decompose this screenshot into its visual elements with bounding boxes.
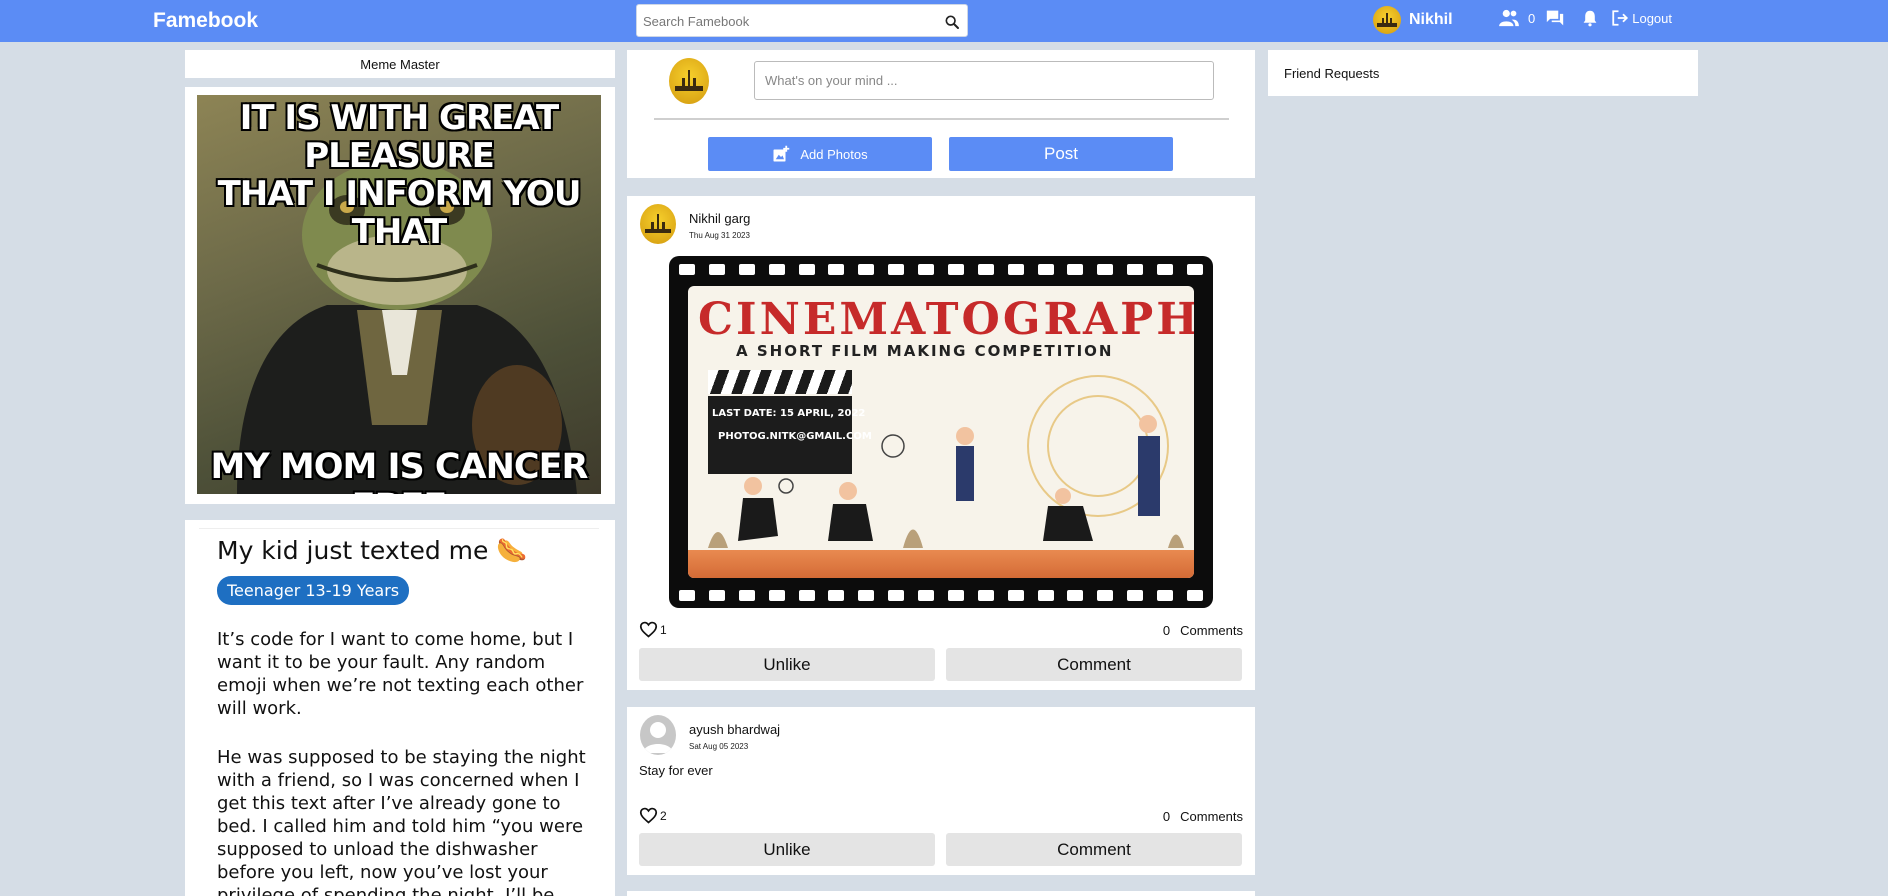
poster: CINEMATOGRAPHY A SHORT FILM MAKING COMPE… <box>688 286 1194 578</box>
post-button[interactable]: Post <box>949 137 1173 171</box>
article-paragraph-1: It’s code for I want to come home, but I… <box>217 629 584 719</box>
friends-button[interactable]: 0 <box>1498 9 1535 27</box>
post-text: Stay for ever <box>639 763 713 778</box>
comments-summary[interactable]: 0 Comments <box>1163 623 1243 638</box>
post-author-name[interactable]: ayush bhardwaj <box>689 722 780 737</box>
brand-logo[interactable]: Famebook <box>153 9 258 33</box>
user-avatar <box>1373 6 1401 34</box>
unlike-button[interactable]: Unlike <box>639 648 935 681</box>
people-icon <box>1499 9 1519 27</box>
logout-label: Logout <box>1632 10 1672 26</box>
top-navbar: Famebook Nikhil 0 Logout <box>0 0 1888 42</box>
left-panel-header: Meme Master <box>185 50 615 78</box>
add-photos-button[interactable]: Add Photos <box>708 137 932 171</box>
post-card: ayush bhardwaj Sat Aug 05 2023 Stay for … <box>627 707 1255 875</box>
friend-count: 0 <box>1528 10 1536 26</box>
post-image[interactable]: CINEMATOGRAPHY A SHORT FILM MAKING COMPE… <box>669 256 1213 608</box>
post-card: Nikhil garg Thu Aug 31 2023 CINEMATOGRAP… <box>627 196 1255 690</box>
user-name: Nikhil <box>1409 11 1453 28</box>
poster-ground <box>688 550 1194 578</box>
post-date: Thu Aug 31 2023 <box>689 231 750 240</box>
like-button[interactable]: 2 <box>639 807 667 824</box>
film-holes-top <box>679 264 1203 278</box>
meme-image[interactable]: IT IS WITH GREAT PLEASURE THAT I INFORM … <box>197 95 601 494</box>
composer-avatar <box>669 58 709 104</box>
whats-on-your-mind-input[interactable] <box>754 61 1214 100</box>
post-author-avatar[interactable] <box>640 715 676 755</box>
friend-requests-panel: Friend Requests <box>1268 50 1698 96</box>
like-count: 1 <box>660 622 667 637</box>
search-button[interactable] <box>941 11 963 33</box>
unlike-button[interactable]: Unlike <box>639 833 935 866</box>
heart-icon <box>639 807 658 824</box>
article-tag[interactable]: Teenager 13-19 Years <box>217 576 410 605</box>
add-photos-label: Add Photos <box>800 146 868 162</box>
post-date: Sat Aug 05 2023 <box>689 742 749 751</box>
messages-button[interactable] <box>1545 9 1565 27</box>
like-button[interactable]: 1 <box>639 621 667 638</box>
comment-count: 0 <box>1162 809 1171 824</box>
article-paragraph-2: He was supposed to be staying the night … <box>217 747 586 896</box>
meme-bottom-line: MY MOM IS CANCER FREE <box>210 447 589 494</box>
logout-button[interactable]: Logout <box>1611 9 1672 27</box>
notifications-button[interactable] <box>1582 9 1598 27</box>
article-divider <box>199 528 599 529</box>
like-count: 2 <box>660 808 667 823</box>
chat-icon <box>1547 10 1564 26</box>
nav-user-profile[interactable]: Nikhil <box>1373 6 1453 34</box>
search-icon <box>945 15 959 29</box>
comment-button[interactable]: Comment <box>946 833 1242 866</box>
photographers-illustration <box>708 375 1184 548</box>
meme-card: IT IS WITH GREAT PLEASURE THAT I INFORM … <box>185 87 615 504</box>
film-holes-bottom <box>679 590 1203 604</box>
add-photo-icon <box>773 145 790 162</box>
search-input[interactable] <box>643 11 933 31</box>
comments-summary[interactable]: 0 Comments <box>1163 809 1243 824</box>
next-post-card <box>627 891 1255 896</box>
logout-icon <box>1612 10 1629 26</box>
friend-requests-title: Friend Requests <box>1284 65 1380 81</box>
post-composer: Add Photos Post <box>627 50 1255 178</box>
post-author-name[interactable]: Nikhil garg <box>689 211 750 226</box>
bell-icon <box>1583 10 1597 27</box>
post-author-avatar[interactable] <box>640 204 676 244</box>
meme-top-line-1: IT IS WITH GREAT PLEASURE <box>239 98 559 176</box>
search-box <box>636 4 968 37</box>
comment-button[interactable]: Comment <box>946 648 1242 681</box>
composer-divider <box>654 118 1229 120</box>
nav-icons: 0 Logout <box>1498 9 1672 27</box>
heart-icon <box>639 621 658 638</box>
comments-label: Comments <box>1180 809 1243 824</box>
article-title[interactable]: My kid just texted me 🌭 <box>217 536 527 566</box>
meme-top-line-2: THAT I INFORM YOU THAT <box>217 174 582 252</box>
comments-label: Comments <box>1180 623 1243 638</box>
comment-count: 0 <box>1162 623 1171 638</box>
article-card: My kid just texted me 🌭 Teenager 13-19 Y… <box>185 520 615 896</box>
